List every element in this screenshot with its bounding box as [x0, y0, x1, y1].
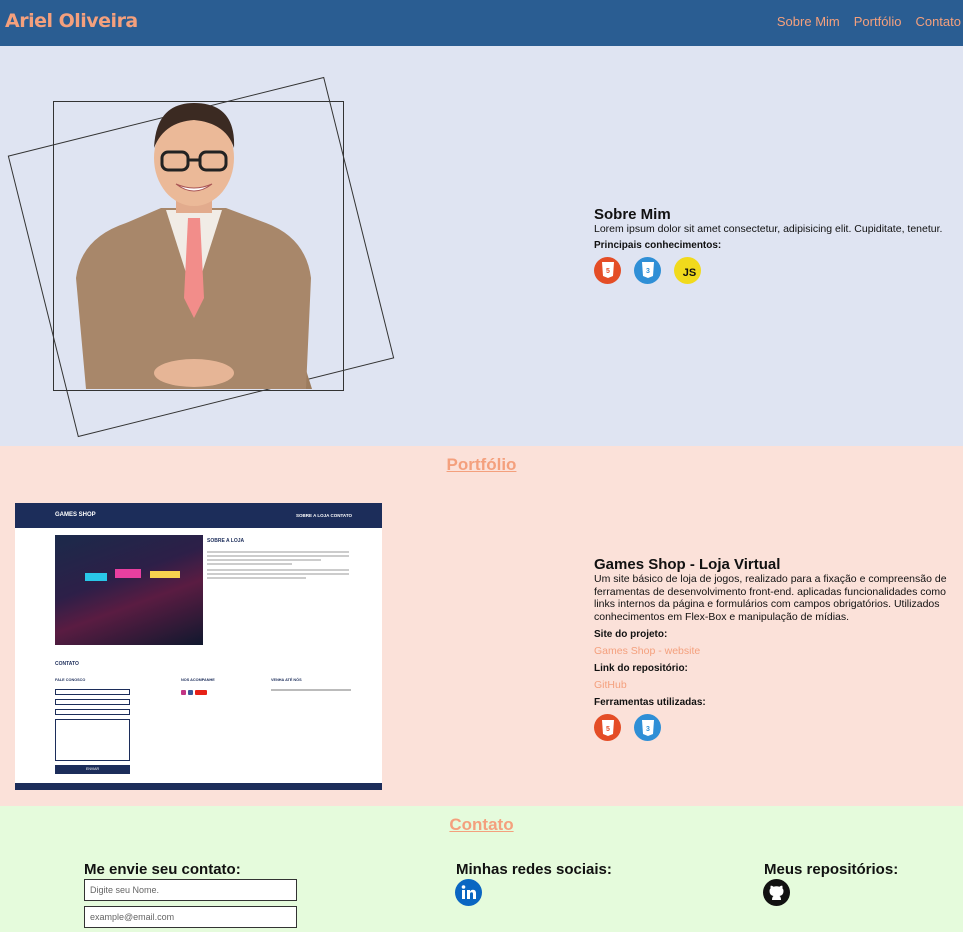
site-header: Ariel Oliveira Sobre Mim Portfólio Conta… — [0, 0, 963, 46]
about-section: Sobre Mim Lorem ipsum dolor sit amet con… — [0, 46, 963, 446]
nav-link-portfolio[interactable]: Portfólio — [854, 14, 902, 29]
repo-label: Link do repositório: — [594, 663, 688, 675]
preview-input — [55, 709, 130, 715]
project-description: Um site básico de loja de jogos, realiza… — [594, 573, 947, 623]
project-repo-link[interactable]: GitHub — [594, 679, 961, 691]
nav-link-sobre-mim[interactable]: Sobre Mim — [777, 14, 840, 29]
project-title: Games Shop - Loja Virtual — [594, 556, 781, 573]
site-label: Site do projeto: — [594, 629, 668, 641]
css3-icon: 3 — [634, 714, 661, 742]
contact-section-title[interactable]: Contato — [0, 815, 963, 835]
preview-nav-links: SOBRE A LOJA CONTATO — [295, 513, 352, 518]
neon-sign — [150, 571, 180, 578]
svg-text:3: 3 — [646, 268, 650, 275]
main-nav: Sobre Mim Portfólio Contato — [777, 14, 961, 29]
project-info: Games Shop - Loja Virtual Um site básico… — [594, 556, 961, 742]
preview-input — [55, 699, 130, 705]
social-title: Minhas redes sociais: — [456, 861, 612, 878]
preview-brand: GAMES SHOP — [55, 512, 96, 518]
github-icon[interactable] — [763, 879, 790, 906]
neon-sign — [85, 573, 107, 581]
html5-icon: 5 — [594, 714, 621, 742]
preview-social-icons — [181, 690, 207, 695]
neon-sign — [115, 569, 141, 578]
preview-contact-heading: CONTATO — [55, 661, 79, 667]
nav-link-contato[interactable]: Contato — [915, 14, 961, 29]
name-input[interactable] — [84, 879, 297, 901]
svg-text:5: 5 — [606, 268, 610, 275]
skills-icons: 5 3 JS — [594, 256, 959, 284]
linkedin-icon[interactable] — [455, 879, 482, 906]
contact-form-title: Me envie seu contato: — [84, 861, 241, 878]
preview-footer — [15, 783, 382, 790]
instagram-icon — [181, 690, 186, 695]
html5-icon: 5 — [594, 256, 621, 284]
about-description: Lorem ipsum dolor sit amet consectetur, … — [594, 223, 943, 235]
preview-col-fale: FALE CONOSCO — [55, 678, 86, 682]
preview-navbar: GAMES SHOP SOBRE A LOJA CONTATO — [15, 503, 382, 528]
portfolio-section-title[interactable]: Portfólio — [0, 455, 963, 475]
preview-col-acompanhe: NOS ACOMPANHE — [181, 678, 215, 682]
preview-input — [55, 689, 130, 695]
facebook-icon — [188, 690, 193, 695]
about-text-block: Sobre Mim Lorem ipsum dolor sit amet con… — [594, 206, 959, 284]
preview-button: ENVIAR — [55, 765, 130, 774]
javascript-icon: JS — [674, 256, 701, 284]
profile-photo — [76, 103, 312, 389]
javascript-label: JS — [682, 267, 697, 280]
email-input[interactable] — [84, 906, 297, 928]
preview-store-image — [55, 535, 203, 645]
project-screenshot[interactable]: GAMES SHOP SOBRE A LOJA CONTATO SOBRE A … — [15, 503, 382, 790]
tools-label: Ferramentas utilizadas: — [594, 697, 706, 709]
tools-icons: 5 3 — [594, 714, 961, 742]
youtube-icon — [195, 690, 207, 695]
brand-name[interactable]: Ariel Oliveira — [5, 10, 138, 32]
skills-label: Principais conhecimentos: — [594, 239, 722, 251]
repos-title: Meus repositórios: — [764, 861, 899, 878]
preview-address — [271, 689, 351, 691]
svg-text:5: 5 — [606, 726, 610, 733]
contact-section: Contato Me envie seu contato: Minhas red… — [0, 806, 963, 932]
project-site-link[interactable]: Games Shop - website — [594, 645, 961, 657]
preview-col-venha: VENHA ATÉ NÓS — [271, 678, 302, 682]
preview-lorem — [207, 551, 349, 581]
preview-textarea — [55, 719, 130, 761]
svg-text:3: 3 — [646, 726, 650, 733]
preview-heading: SOBRE A LOJA — [207, 538, 245, 544]
portfolio-section: Portfólio GAMES SHOP SOBRE A LOJA CONTAT… — [0, 446, 963, 806]
css3-icon: 3 — [634, 256, 661, 284]
about-title: Sobre Mim — [594, 206, 671, 223]
